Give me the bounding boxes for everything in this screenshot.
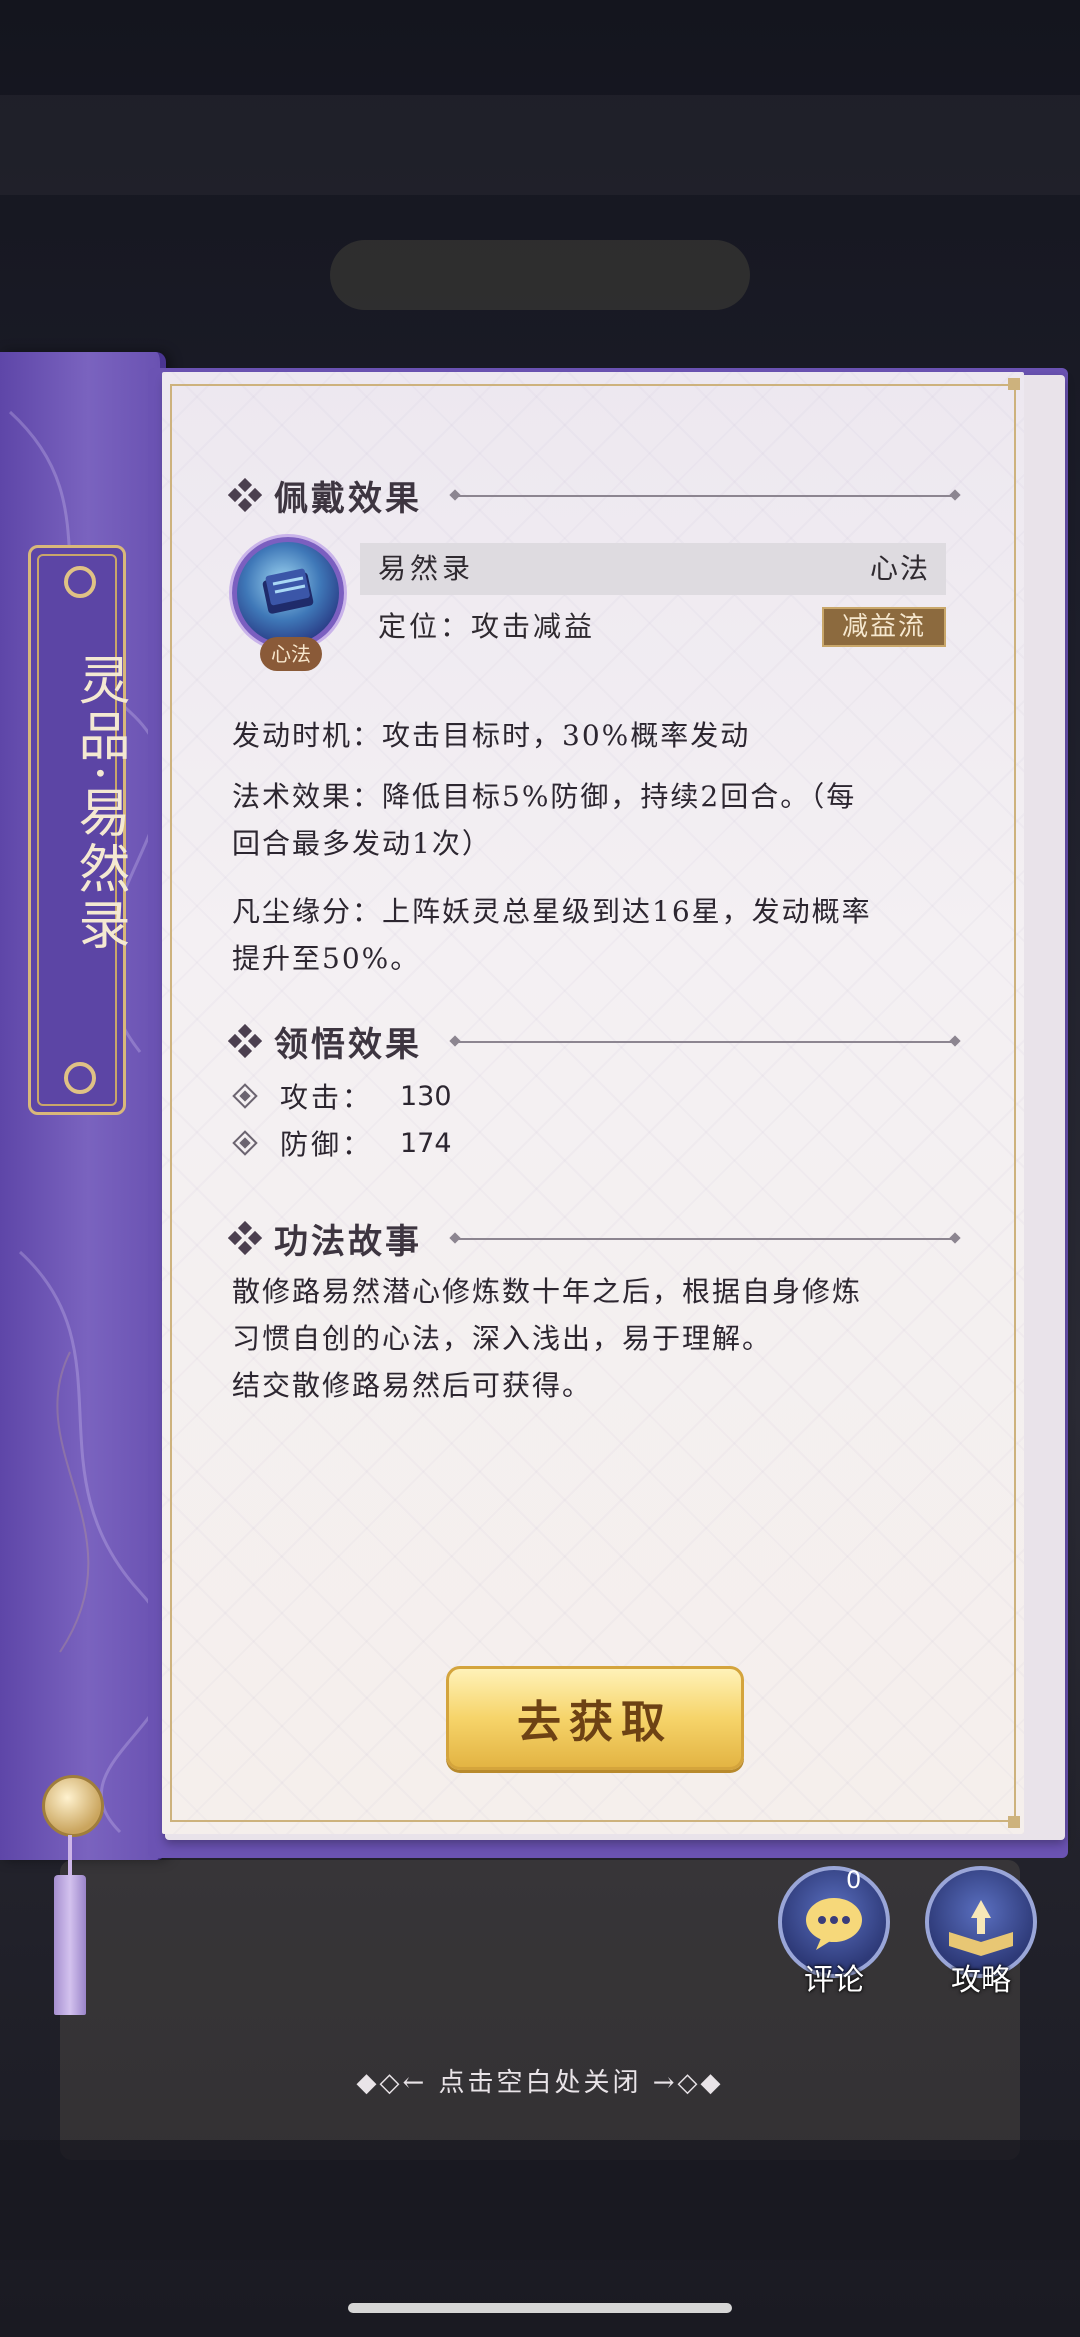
section-header-wear: 佩戴效果 [228, 470, 422, 520]
corner-ornament [1008, 1816, 1020, 1828]
diamond-bullet-icon [232, 1083, 258, 1109]
comment-label: 评论 [804, 1963, 864, 1998]
section-divider [455, 1238, 955, 1240]
diamond-cluster-icon [228, 1221, 262, 1255]
home-indicator[interactable] [348, 2303, 732, 2313]
story-text-2: 习惯自创的心法，深入浅出，易于理解。 [232, 1322, 773, 1355]
tassel-cord [68, 1835, 72, 1875]
moon-icon [64, 1062, 96, 1094]
item-name: 易然录 [378, 552, 475, 585]
section-title: 佩戴效果 [274, 478, 422, 519]
spell-effect-text-2: 回合最多发动1次） [232, 827, 492, 860]
comment-count: 0 [846, 1866, 862, 1894]
section-divider [455, 495, 955, 497]
spell-effect-text-1: 法术效果：降低目标5%防御，持续2回合。（每 [232, 780, 857, 813]
tassel [54, 1835, 86, 2015]
close-hint[interactable]: ◆◇← 点击空白处关闭 →◇◆ [0, 2062, 1080, 2099]
fate-text-2: 提升至50%。 [232, 942, 421, 975]
stat-label: 防御： [280, 1128, 374, 1161]
obtain-button[interactable]: 去获取 [446, 1666, 744, 1770]
item-type-badge: 心法 [260, 637, 322, 671]
trigger-text: 发动时机：攻击目标时，30%概率发动 [232, 719, 751, 752]
stat-row-attack: 攻击： 130 [232, 1073, 452, 1119]
spine-title: 灵品·易然录 [69, 653, 129, 954]
section-title: 功法故事 [274, 1221, 422, 1262]
tassel-body [54, 1875, 86, 2015]
item-role: 定位：攻击减益 [378, 610, 596, 643]
section-header-story: 功法故事 [228, 1213, 422, 1263]
obtain-button-label: 去获取 [517, 1697, 673, 1748]
background-top-bar [0, 95, 1080, 195]
story-text-3: 结交散修路易然后可获得。 [232, 1369, 593, 1402]
spine-knob [42, 1775, 104, 1837]
background-bottom-bar [0, 2140, 1080, 2260]
item-icon[interactable] [232, 537, 344, 649]
diamond-bullet-icon [232, 1130, 258, 1156]
stat-value: 174 [400, 1127, 452, 1159]
story-text-1: 散修路易然潜心修炼数十年之后，根据自身修炼 [232, 1275, 863, 1308]
corner-ornament [1008, 378, 1020, 390]
diamond-cluster-icon [228, 478, 262, 512]
moon-icon [64, 566, 96, 598]
stat-row-defense: 防御： 174 [232, 1120, 452, 1166]
section-title: 领悟效果 [274, 1024, 422, 1065]
diamond-cluster-icon [228, 1024, 262, 1058]
background-chip [330, 240, 750, 310]
section-header-comprehend: 领悟效果 [228, 1016, 422, 1066]
scroll-book-icon [262, 568, 314, 614]
item-style-tag: 减益流 [822, 607, 946, 647]
spine-label: 灵品·易然录 [28, 545, 129, 1115]
guide-label: 攻略 [951, 1963, 1011, 1998]
section-divider [455, 1041, 955, 1043]
fate-text-1: 凡尘缘分：上阵妖灵总星级到达16星，发动概率 [232, 895, 872, 928]
stat-label: 攻击： [280, 1081, 374, 1114]
item-type: 心法 [869, 552, 930, 585]
stat-value: 130 [400, 1080, 452, 1112]
screen[interactable]: 灵品·易然录 佩戴效果 心法 易然录 心法 定位：攻击减益 减益流 发动时机：攻… [0, 0, 1080, 2337]
